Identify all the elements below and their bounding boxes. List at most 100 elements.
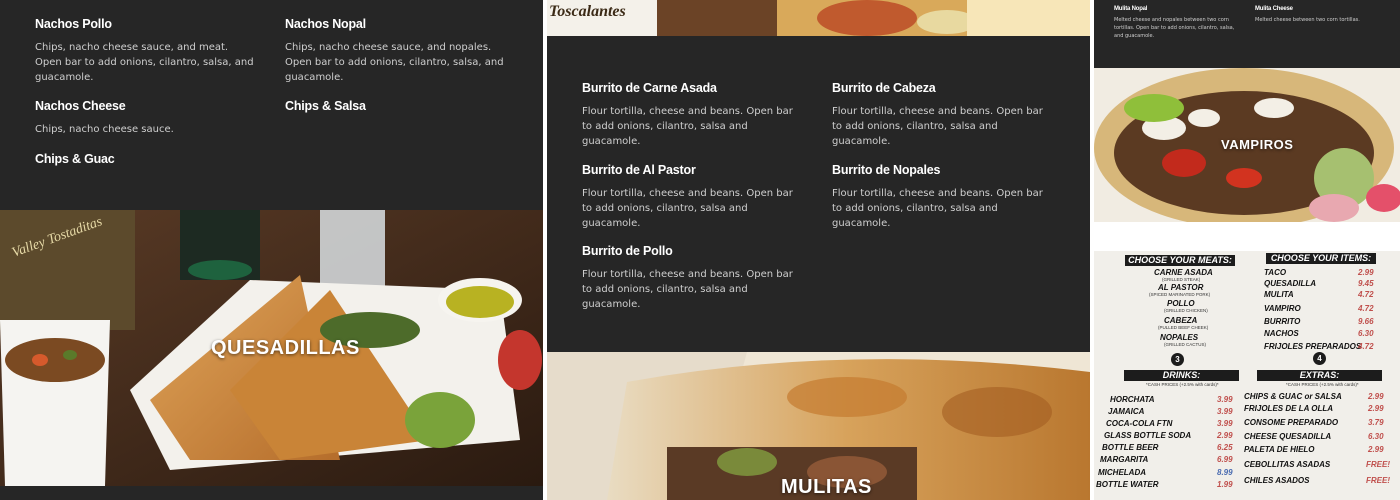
- menu-item: Burrito de Pollo Flour tortilla, cheese …: [582, 244, 802, 312]
- extras-note: *CASH PRICES (+2.5% with cards)*: [1286, 382, 1359, 387]
- mulitas-label: MULITAS: [781, 476, 872, 498]
- meat-sub: (PULLED BEEF CHEEK): [1158, 325, 1209, 330]
- item-price: 6.30: [1358, 329, 1374, 338]
- items-header: CHOOSE YOUR ITEMS:: [1266, 253, 1376, 264]
- menu-item: Nachos Nopal Chips, nacho cheese sauce, …: [285, 17, 510, 85]
- burrito-menu-area: Burrito de Carne Asada Flour tortilla, c…: [547, 36, 1090, 352]
- drink-price: 6.99: [1217, 455, 1233, 464]
- menu-item: Mulita Nopal Melted cheese and nopales b…: [1114, 6, 1239, 40]
- menu-item-description: Melted cheese between two corn tortillas…: [1255, 17, 1360, 23]
- item-name: TACO: [1264, 268, 1287, 277]
- extra-price: FREE!: [1366, 476, 1390, 485]
- drink-name: GLASS BOTTLE SODA: [1104, 431, 1192, 440]
- menu-item-name: Mulita Cheese: [1255, 6, 1293, 12]
- menu-item-description: Chips, nacho cheese sauce, and nopales. …: [285, 42, 504, 83]
- menu-item-description: Flour tortilla, cheese and beans. Open b…: [582, 188, 793, 229]
- meat-name: AL PASTOR: [1158, 283, 1204, 292]
- menu-item-description: Chips, nacho cheese sauce.: [35, 124, 174, 135]
- drink-price: 6.25: [1217, 443, 1233, 452]
- vampiros-label: VAMPIROS: [1221, 137, 1294, 152]
- menu-item-name: Chips & Guac: [35, 152, 115, 166]
- item-price: 4.72: [1358, 290, 1374, 299]
- extra-name: CEBOLLITAS ASADAS: [1244, 460, 1331, 469]
- menu-item-name: Burrito de Al Pastor: [582, 163, 696, 177]
- price-board-photo: CHOOSE YOUR MEATS: CHOOSE YOUR ITEMS: CA…: [1094, 251, 1400, 500]
- item-price: 9.45: [1358, 279, 1374, 288]
- drink-price: 3.99: [1217, 395, 1233, 404]
- menu-item-description: Flour tortilla, cheese and beans. Open b…: [832, 106, 1043, 147]
- drink-price: 8.99: [1217, 468, 1233, 477]
- quesadillas-label: QUESADILLAS: [211, 337, 360, 359]
- menu-item-description: Chips, nacho cheese sauce, and meat. Ope…: [35, 42, 254, 83]
- mulita-menu-area: Mulita Nopal Melted cheese and nopales b…: [1094, 0, 1400, 68]
- item-name: BURRITO: [1264, 317, 1301, 326]
- extra-price: 2.99: [1368, 404, 1384, 413]
- meat-name: POLLO: [1167, 299, 1195, 308]
- item-price: 9.66: [1358, 317, 1374, 326]
- menu-item-name: Burrito de Carne Asada: [582, 81, 717, 95]
- meat-name: NOPALES: [1160, 333, 1199, 342]
- item-name: QUESADILLA: [1264, 279, 1316, 288]
- menu-item-name: Burrito de Nopales: [832, 163, 941, 177]
- drink-price: 1.99: [1217, 480, 1233, 489]
- meat-name: CARNE ASADA: [1154, 268, 1213, 277]
- menu-item: Nachos Pollo Chips, nacho cheese sauce, …: [35, 17, 255, 85]
- drink-name: BOTTLE WATER: [1096, 480, 1159, 489]
- menu-item: Mulita Cheese Melted cheese between two …: [1255, 6, 1380, 24]
- menu-item-description: Flour tortilla, cheese and beans. Open b…: [582, 106, 793, 147]
- menu-item-name: Nachos Pollo: [35, 17, 112, 31]
- extra-name: FRIJOLES DE LA OLLA: [1244, 404, 1334, 413]
- menu-item: Chips & Salsa: [285, 99, 505, 113]
- menu-item: Burrito de Al Pastor Flour tortilla, che…: [582, 163, 802, 231]
- extra-name: CONSOME PREPARADO: [1244, 418, 1339, 427]
- vampiros-photo: VAMPIROS: [1094, 68, 1400, 222]
- drink-name: JAMAICA: [1108, 407, 1145, 416]
- item-name: VAMPIRO: [1264, 304, 1301, 313]
- cup-brand-text: Toscalantes: [549, 3, 626, 20]
- middle-menu-panel: Toscalantes Burrito de Carne Asada Flour…: [547, 0, 1090, 500]
- drink-price: 3.99: [1217, 407, 1233, 416]
- item-name: NACHOS: [1264, 329, 1299, 338]
- menu-item: Chips & Guac: [35, 152, 255, 166]
- menu-item-name: Burrito de Pollo: [582, 244, 673, 258]
- menu-item-name: Burrito de Cabeza: [832, 81, 936, 95]
- menu-item-description: Flour tortilla, cheese and beans. Open b…: [582, 269, 793, 310]
- drink-name: MARGARITA: [1100, 455, 1149, 464]
- extra-price: 2.99: [1368, 445, 1384, 454]
- step-4-badge: 4: [1313, 352, 1326, 365]
- drink-name: COCA-COLA FTN: [1106, 419, 1173, 428]
- menu-item: Burrito de Carne Asada Flour tortilla, c…: [582, 81, 802, 149]
- item-price: 4.72: [1358, 304, 1374, 313]
- right-menu-panel: Mulita Nopal Melted cheese and nopales b…: [1094, 0, 1400, 500]
- extra-price: 2.99: [1368, 392, 1384, 401]
- extra-price: 3.79: [1368, 418, 1384, 427]
- menu-item-name: Chips & Salsa: [285, 99, 366, 113]
- meats-header: CHOOSE YOUR MEATS:: [1125, 255, 1235, 266]
- extra-price: 6.30: [1368, 432, 1384, 441]
- extra-name: CHILES ASADOS: [1244, 476, 1310, 485]
- item-name: FRIJOLES PREPARADOS: [1264, 342, 1362, 351]
- drink-name: HORCHATA: [1110, 395, 1155, 404]
- mulitas-photo: MULITAS: [547, 352, 1090, 500]
- item-price: 4.72: [1358, 342, 1374, 351]
- quesadillas-photo: QUESADILLAS Valley Tostaditas: [0, 210, 543, 486]
- drink-name: MICHELADA: [1098, 468, 1146, 477]
- extras-header: EXTRAS:: [1257, 370, 1382, 381]
- burrito-photo-top: Toscalantes: [547, 0, 1090, 36]
- extra-name: PALETA DE HIELO: [1244, 445, 1315, 454]
- menu-item-name: Mulita Nopal: [1114, 6, 1148, 12]
- extra-price: FREE!: [1366, 460, 1390, 469]
- step-3-badge: 3: [1171, 353, 1184, 366]
- drinks-note: *CASH PRICES (+2.5% with cards)*: [1146, 382, 1219, 387]
- item-price: 2.99: [1358, 268, 1374, 277]
- extra-name: CHIPS & GUAC or SALSA: [1244, 392, 1342, 401]
- drink-name: BOTTLE BEER: [1102, 443, 1159, 452]
- meat-sub: (GRILLED CHICKEN): [1164, 308, 1208, 313]
- item-name: MULITA: [1264, 290, 1294, 299]
- panel-footer-strip: [0, 486, 543, 500]
- menu-item-description: Melted cheese and nopales between two co…: [1114, 17, 1235, 39]
- menu-item: Nachos Cheese Chips, nacho cheese sauce.: [35, 99, 255, 137]
- menu-item: Burrito de Nopales Flour tortilla, chees…: [832, 163, 1052, 231]
- menu-item-name: Nachos Nopal: [285, 17, 366, 31]
- meat-sub: (GRILLED STEAK): [1162, 277, 1201, 282]
